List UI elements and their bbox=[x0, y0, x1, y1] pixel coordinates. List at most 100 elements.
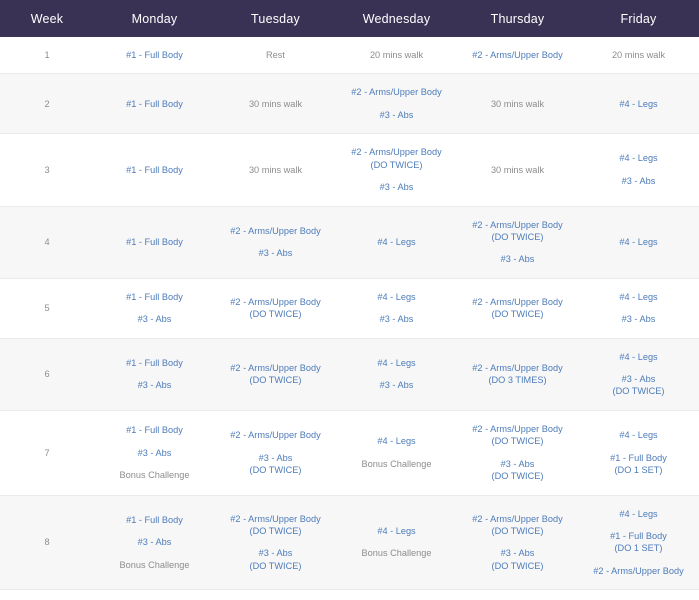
workout-entry[interactable]: #2 - Arms/Upper Body (DO TWICE) bbox=[219, 293, 332, 324]
workout-entry[interactable]: #2 - Arms/Upper Body bbox=[340, 83, 453, 101]
entry-label: #3 - Abs bbox=[137, 314, 172, 325]
schedule-cell-wednesday: #4 - Legs Bonus Challenge bbox=[336, 495, 457, 591]
entry-label: #2 - Arms/Upper Body bbox=[230, 513, 321, 524]
workout-entry[interactable]: #4 - Legs bbox=[582, 149, 695, 167]
table-body: 1 #1 - Full Body Rest 20 mins walk #2 - Arms… bbox=[0, 37, 699, 600]
workout-entry[interactable]: #2 - Arms/Upper Body bbox=[219, 426, 332, 444]
workout-entry[interactable]: #3 - Abs bbox=[98, 533, 211, 551]
workout-entry[interactable]: #4 - Legs bbox=[340, 522, 453, 540]
workout-entry[interactable]: #2 - Arms/Upper Body (DO TWICE) bbox=[340, 143, 453, 174]
workout-entry[interactable]: #2 - Arms/Upper Body bbox=[219, 222, 332, 240]
plain-entry: Bonus Challenge bbox=[340, 544, 453, 562]
schedule-cell-friday: #4 - Legs #1 - Full Body (DO 1 SET) #2 - Ar… bbox=[578, 495, 699, 591]
workout-entry[interactable]: #3 - Abs bbox=[582, 172, 695, 190]
entry-note: (DO 1 SET) bbox=[614, 543, 663, 554]
entry-label: #4 - Legs bbox=[619, 508, 658, 519]
schedule-cell-thursday: #2 - Arms/Upper Body (DO 3 TIMES) bbox=[457, 338, 578, 411]
schedule-cell-friday: #4 - Legs #3 - Abs bbox=[578, 133, 699, 207]
entry-label: Bonus Challenge bbox=[119, 469, 190, 480]
workout-entry[interactable]: #1 - Full Body bbox=[98, 288, 211, 306]
plain-entry: Bonus Challenge bbox=[98, 466, 211, 484]
workout-entry[interactable]: #1 - Full Body bbox=[98, 95, 211, 113]
schedule-cell-tuesday: #2 - Arms/Upper Body (DO TWICE) bbox=[215, 278, 336, 339]
workout-entry[interactable]: #1 - Full Body (DO 1 SET) bbox=[582, 527, 695, 558]
entry-label: #1 - Full Body bbox=[126, 291, 183, 302]
schedule-cell-tuesday: THE bbox=[215, 589, 336, 600]
entry-note: (DO TWICE) bbox=[612, 386, 665, 397]
entry-label: #3 - Abs bbox=[621, 314, 656, 325]
workout-entry[interactable]: #4 - Legs bbox=[582, 426, 695, 444]
workout-entry[interactable]: #4 - Legs bbox=[582, 233, 695, 251]
header-row: Week Monday Tuesday Wednesday Thursday Friday bbox=[0, 0, 699, 37]
schedule-cell-tuesday: #2 - Arms/Upper Body #3 - Abs (DO TWICE) bbox=[215, 410, 336, 496]
workout-entry[interactable]: #3 - Abs bbox=[340, 178, 453, 196]
entry-label: #2 - Arms/Upper Body bbox=[593, 565, 684, 576]
table-row: 9TAKETHEWEEKOFFCONGRATS! bbox=[0, 589, 699, 600]
workout-entry[interactable]: #1 - Full Body bbox=[98, 46, 211, 64]
entry-note: (DO 3 TIMES) bbox=[488, 375, 547, 386]
workout-entry[interactable]: #3 - Abs (DO TWICE) bbox=[219, 449, 332, 480]
workout-entry[interactable]: #2 - Arms/Upper Body (DO TWICE) bbox=[461, 216, 574, 247]
workout-entry[interactable]: #1 - Full Body (DO 1 SET) bbox=[582, 449, 695, 480]
workout-entry[interactable]: #3 - Abs bbox=[582, 310, 695, 328]
workout-entry[interactable]: #4 - Legs bbox=[582, 348, 695, 366]
workout-entry[interactable]: #3 - Abs (DO TWICE) bbox=[582, 370, 695, 401]
workout-entry[interactable]: #1 - Full Body bbox=[98, 511, 211, 529]
workout-entry[interactable]: #3 - Abs bbox=[340, 310, 453, 328]
schedule-cell-tuesday: #2 - Arms/Upper Body #3 - Abs bbox=[215, 206, 336, 279]
entry-label: #4 - Legs bbox=[377, 236, 416, 247]
entry-label: 30 mins walk bbox=[248, 164, 303, 175]
workout-entry[interactable]: #2 - Arms/Upper Body (DO TWICE) bbox=[219, 510, 332, 541]
schedule-cell-friday: 20 mins walk bbox=[578, 37, 699, 75]
workout-entry[interactable]: #1 - Full Body bbox=[98, 354, 211, 372]
entry-label: #4 - Legs bbox=[619, 430, 658, 441]
workout-entry[interactable]: #3 - Abs (DO TWICE) bbox=[461, 455, 574, 486]
workout-entry[interactable]: #2 - Arms/Upper Body (DO TWICE) bbox=[219, 359, 332, 390]
workout-entry[interactable]: #3 - Abs bbox=[340, 106, 453, 124]
entry-label: 30 mins walk bbox=[248, 98, 303, 109]
schedule-cell-wednesday: #2 - Arms/Upper Body (DO TWICE) #3 - Abs bbox=[336, 133, 457, 207]
workout-entry[interactable]: #2 - Arms/Upper Body (DO TWICE) bbox=[461, 420, 574, 451]
workout-entry[interactable]: #4 - Legs bbox=[582, 95, 695, 113]
entry-label: #1 - Full Body bbox=[610, 452, 667, 463]
workout-entry[interactable]: #4 - Legs bbox=[340, 432, 453, 450]
workout-entry[interactable]: #2 - Arms/Upper Body bbox=[582, 562, 695, 580]
workout-entry[interactable]: #1 - Full Body bbox=[98, 421, 211, 439]
workout-entry[interactable]: #1 - Full Body bbox=[98, 161, 211, 179]
workout-entry[interactable]: #4 - Legs bbox=[582, 505, 695, 523]
workout-entry[interactable]: #3 - Abs (DO TWICE) bbox=[219, 544, 332, 575]
week-number-cell: 2 bbox=[0, 73, 94, 135]
workout-entry[interactable]: #2 - Arms/Upper Body bbox=[461, 46, 574, 64]
week-number-cell: 6 bbox=[0, 338, 94, 411]
workout-entry[interactable]: #3 - Abs bbox=[461, 250, 574, 268]
workout-entry[interactable]: #4 - Legs bbox=[340, 233, 453, 251]
entry-label: #4 - Legs bbox=[619, 153, 658, 164]
entry-label: #2 - Arms/Upper Body bbox=[230, 430, 321, 441]
entry-label: #4 - Legs bbox=[377, 436, 416, 447]
workout-entry[interactable]: #4 - Legs bbox=[340, 288, 453, 306]
week-number-cell: 3 bbox=[0, 133, 94, 207]
entry-note: (DO TWICE) bbox=[491, 436, 544, 447]
workout-entry[interactable]: #4 - Legs bbox=[340, 354, 453, 372]
workout-entry[interactable]: #2 - Arms/Upper Body (DO TWICE) bbox=[461, 293, 574, 324]
workout-entry[interactable]: #2 - Arms/Upper Body (DO TWICE) bbox=[461, 510, 574, 541]
schedule-cell-thursday: #2 - Arms/Upper Body (DO TWICE) #3 - Abs (D… bbox=[457, 495, 578, 591]
entry-label: #1 - Full Body bbox=[126, 98, 183, 109]
workout-entry[interactable]: #2 - Arms/Upper Body (DO 3 TIMES) bbox=[461, 359, 574, 390]
entry-label: 20 mins walk bbox=[611, 50, 666, 60]
workout-entry[interactable]: #3 - Abs bbox=[98, 310, 211, 328]
entry-label: #2 - Arms/Upper Body bbox=[472, 513, 563, 524]
workout-entry[interactable]: #3 - Abs (DO TWICE) bbox=[461, 544, 574, 575]
schedule-cell-tuesday: Rest bbox=[215, 37, 336, 75]
workout-entry[interactable]: #3 - Abs bbox=[98, 444, 211, 462]
workout-entry[interactable]: #3 - Abs bbox=[98, 376, 211, 394]
workout-entry[interactable]: #3 - Abs bbox=[340, 376, 453, 394]
table-row: 6 #1 - Full Body #3 - Abs #2 - Arms/Upper B… bbox=[0, 338, 699, 411]
workout-entry[interactable]: #4 - Legs bbox=[582, 288, 695, 306]
schedule-cell-friday: CONGRATS! bbox=[578, 589, 699, 600]
workout-entry[interactable]: #1 - Full Body bbox=[98, 233, 211, 251]
entry-label: #4 - Legs bbox=[619, 291, 658, 302]
entry-note: (DO TWICE) bbox=[370, 159, 423, 170]
schedule-cell-wednesday: #4 - Legs #3 - Abs bbox=[336, 278, 457, 339]
workout-entry[interactable]: #3 - Abs bbox=[219, 244, 332, 262]
